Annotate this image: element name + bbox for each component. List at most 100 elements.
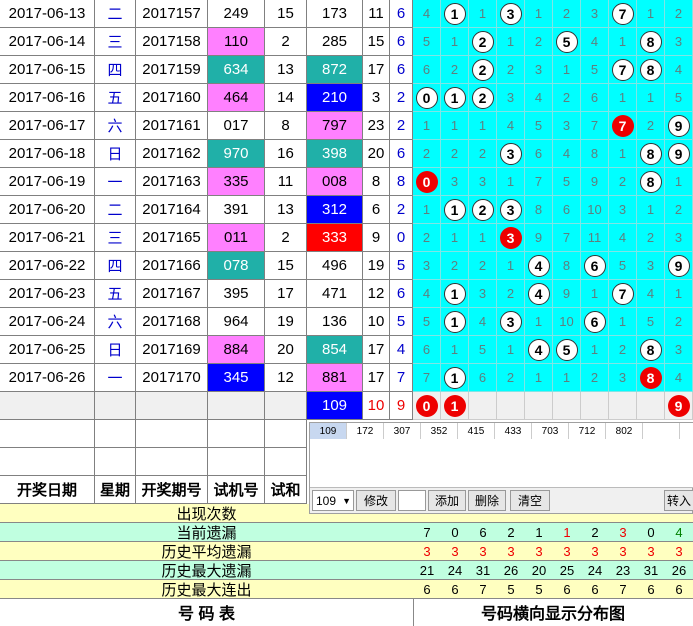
dist-cell: 7 — [581, 112, 609, 140]
empty-cell — [95, 392, 136, 420]
trial-number: 391 — [208, 196, 265, 224]
omission-value: 5 — [562, 174, 571, 189]
hit-ball: 9 — [667, 114, 690, 137]
span-value: 6 — [390, 56, 413, 84]
omission-value: 2 — [562, 90, 571, 105]
stat-value: 23 — [609, 561, 637, 580]
winning-sum: 6 — [363, 196, 390, 224]
dist-cell: 2 — [665, 308, 693, 336]
number-tag[interactable]: 712 — [569, 423, 606, 439]
dist-cell: 9 — [665, 112, 693, 140]
goto-button[interactable]: 转入 — [664, 490, 693, 511]
number-tag[interactable]: 352 — [421, 423, 458, 439]
weekday: 二 — [95, 196, 136, 224]
omission-value: 4 — [478, 314, 487, 329]
omission-value: 2 — [618, 342, 627, 357]
omission-value: 2 — [450, 258, 459, 273]
hit-ball: 1 — [443, 2, 466, 25]
distribution-row: 5 1 4 3 1 10 6 1 5 2 — [413, 308, 693, 336]
omission-value: 2 — [422, 230, 431, 245]
omission-value: 5 — [478, 342, 487, 357]
omission-value: 1 — [562, 62, 571, 77]
number-tag[interactable]: 703 — [532, 423, 569, 439]
issue-number: 2017167 — [136, 280, 208, 308]
empty-cell — [136, 448, 208, 476]
number-tag[interactable]: 307 — [384, 423, 421, 439]
hit-ball: 1 — [443, 366, 466, 389]
stat-value: 1 — [553, 523, 581, 542]
number-tag[interactable]: 415 — [458, 423, 495, 439]
dist-cell: 2 — [497, 56, 525, 84]
number-tag[interactable]: 802 — [606, 423, 643, 439]
dist-cell: 3 — [525, 56, 553, 84]
stat-value: 3 — [609, 542, 637, 561]
dist-cell: 4 — [553, 140, 581, 168]
hit-ball: 1 — [443, 310, 466, 333]
dist-cell: 5 — [413, 308, 441, 336]
dist-cell: 3 — [441, 168, 469, 196]
add-button[interactable]: 添加 — [428, 490, 466, 511]
dist-cell: 2 — [525, 28, 553, 56]
dist-cell: 1 — [525, 364, 553, 392]
span-value: 2 — [390, 112, 413, 140]
empty-cell — [136, 392, 208, 420]
omission-value: 3 — [478, 286, 487, 301]
stat-value: 7 — [609, 580, 637, 599]
number-input[interactable] — [398, 490, 426, 511]
dist-cell: 3 — [497, 140, 525, 168]
weekday: 日 — [95, 140, 136, 168]
stat-value: 7 — [413, 523, 441, 542]
dist-cell: 8 — [637, 28, 665, 56]
distribution-row: 7162112384 — [413, 364, 693, 392]
weekday: 三 — [95, 28, 136, 56]
distribution-row: 4113123712 — [413, 0, 693, 28]
stat-value: 0 — [441, 523, 469, 542]
issue-number: 2017169 — [136, 336, 208, 364]
omission-value: 2 — [422, 146, 431, 161]
stat-label: 历史平均遗漏 — [0, 542, 413, 561]
clear-button[interactable]: 清空 — [510, 490, 550, 511]
dist-cell: 2 — [469, 28, 497, 56]
number-tag[interactable]: 109 — [310, 423, 347, 439]
modify-button[interactable]: 修改 — [356, 490, 396, 511]
draw-date: 2017-06-25 — [0, 336, 95, 364]
hit-ball: 7 — [611, 282, 634, 305]
winning-sum: 9 — [363, 224, 390, 252]
omission-value: 3 — [506, 90, 515, 105]
number-tag[interactable] — [643, 423, 680, 439]
omission-value: 3 — [478, 174, 487, 189]
winning-number: 471 — [307, 280, 363, 308]
header-issue: 开奖期号 — [136, 476, 208, 504]
omission-value: 1 — [618, 314, 627, 329]
dist-cell: 7 — [553, 224, 581, 252]
weekday: 四 — [95, 252, 136, 280]
dist-cell: 2 — [497, 364, 525, 392]
hit-ball: 3 — [499, 198, 522, 221]
number-select[interactable]: 109 ▼ — [312, 490, 354, 511]
dist-cell: 1 — [609, 84, 637, 112]
dist-cell: 2 — [413, 140, 441, 168]
winning-number: 210 — [307, 84, 363, 112]
dist-cell: 3 — [609, 196, 637, 224]
delete-button[interactable]: 删除 — [468, 490, 506, 511]
dist-cell: 2 — [609, 336, 637, 364]
dist-cell: 7 — [609, 56, 637, 84]
omission-value: 2 — [506, 370, 515, 385]
omission-value: 2 — [450, 146, 459, 161]
omission-value: 3 — [674, 34, 683, 49]
winning-number: 797 — [307, 112, 363, 140]
trial-number: 464 — [208, 84, 265, 112]
dist-cell: 1 — [441, 336, 469, 364]
dist-cell: 3 — [469, 280, 497, 308]
omission-value: 1 — [674, 286, 683, 301]
number-tag[interactable]: 172 — [347, 423, 384, 439]
header-week: 星期 — [95, 476, 136, 504]
stat-value: 2 — [497, 523, 525, 542]
dist-cell: 2 — [497, 280, 525, 308]
stat-value: 3 — [441, 542, 469, 561]
dist-cell: 1 — [497, 168, 525, 196]
omission-value: 2 — [618, 174, 627, 189]
dist-cell: 6 — [413, 336, 441, 364]
number-tag[interactable]: 433 — [495, 423, 532, 439]
draw-date: 2017-06-20 — [0, 196, 95, 224]
